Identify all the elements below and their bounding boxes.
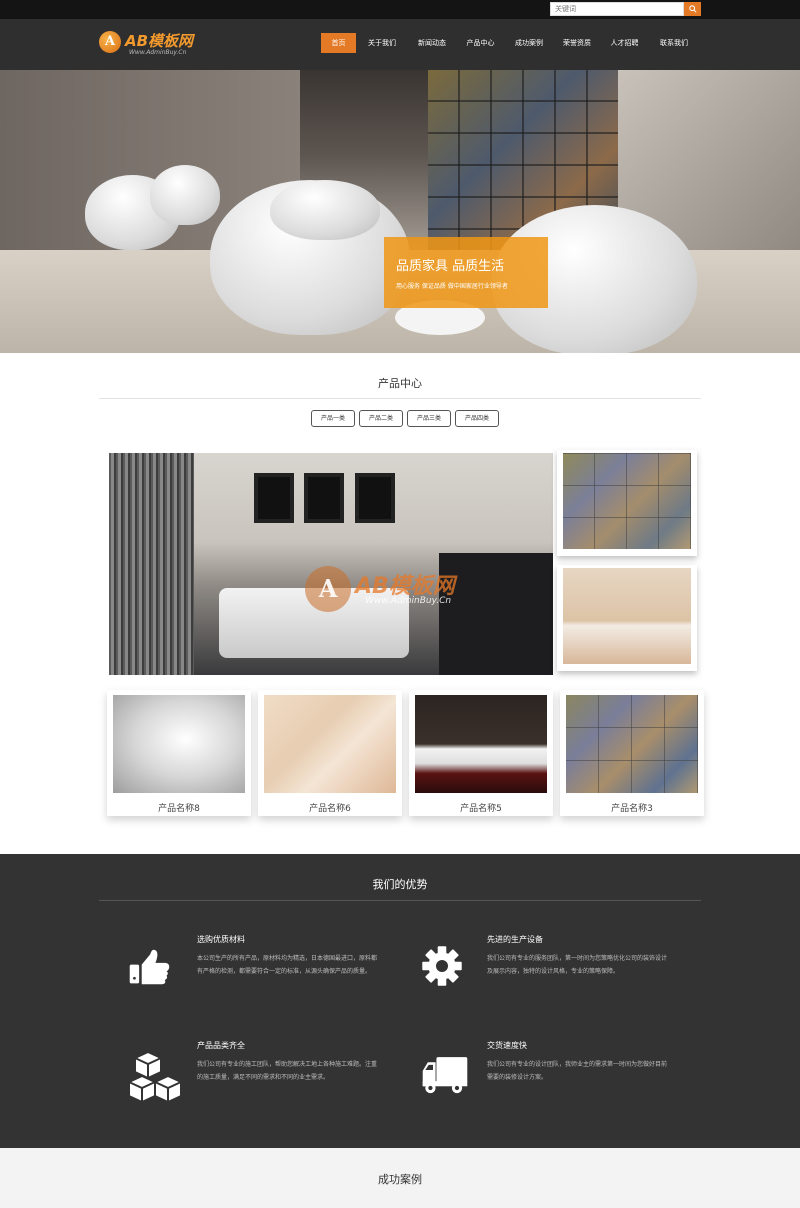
thumbs-up-icon [129, 949, 170, 985]
advantages-divider [99, 900, 701, 901]
product-name: 产品名称8 [158, 804, 200, 814]
tab-category-3[interactable]: 产品三类 [407, 410, 451, 427]
product-name: 产品名称3 [611, 804, 653, 814]
product-card[interactable]: 产品名称6 [258, 690, 402, 816]
products-title: 产品中心 [378, 377, 422, 390]
nav-item-news[interactable]: 新闻动态 [408, 33, 456, 53]
photo-frame [254, 473, 294, 523]
advantage-text: 我们公司有专业的设计团队，我师业主的需求第一时间为您做好目前需要的装修设计方案。 [487, 1061, 668, 1081]
tab-category-1[interactable]: 产品一类 [311, 410, 355, 427]
nav-item-honors[interactable]: 荣誉资质 [553, 33, 601, 53]
product-image-bath-faucet [563, 568, 691, 664]
advantage-item: 选购优质材料 本公司生产的所有产品，原材料均为精选，日本德国最进口，原料都有严格… [128, 934, 428, 1014]
hero-caption: 品质家具 品质生活 用心服务 保证品质 做中国家居行业领导者 [384, 237, 548, 308]
side-product-card[interactable] [557, 565, 697, 671]
nav-item-home[interactable]: 首页 [321, 33, 356, 53]
watermark-url: Www.AdminBuy.Cn [365, 596, 452, 606]
products-divider [99, 398, 701, 399]
nav-item-products[interactable]: 产品中心 [456, 33, 505, 53]
photo-frame [355, 473, 395, 523]
truck-icon [422, 1057, 468, 1094]
watermark-logo: A AB模板网 Www.AdminBuy.Cn [305, 566, 515, 616]
top-bar [0, 0, 800, 19]
hero-chair [150, 165, 220, 225]
logo-mark: A [99, 31, 121, 53]
advantage-text: 本公司生产的所有产品，原材料均为精选，日本德国最进口，原料都有严格的检测，都需要… [197, 955, 378, 975]
advantages-section: 我们的优势 选购优质材料 本公司生产的所有产品，原材料均为精选，日本德国最进口，… [0, 854, 800, 1148]
cases-title: 成功案例 [378, 1173, 422, 1186]
product-image-stone-tiles [563, 453, 691, 549]
advantages-title: 我们的优势 [372, 878, 428, 891]
site-logo[interactable]: A AB模板网 Www.AdminBuy.Cn [99, 29, 209, 61]
advantage-text: 我们公司有专业的施工团队，帮助您解决工地上各种施工难题。注重的施工质量，满足不同… [197, 1061, 378, 1081]
hero-chair [270, 180, 380, 240]
advantage-item: 交货速度快 我们公司有专业的设计团队，我师业主的需求第一时间为您做好目前需要的装… [418, 1040, 718, 1120]
logo-subtitle: Www.AdminBuy.Cn [129, 49, 187, 56]
logo-title: AB模板网 [125, 32, 194, 50]
product-image [566, 695, 698, 793]
hero-title: 品质家具 品质生活 [396, 259, 505, 274]
advantage-item: 产品品类齐全 我们公司有专业的施工团队，帮助您解决工地上各种施工难题。注重的施工… [128, 1040, 428, 1120]
photo-frame [304, 473, 344, 523]
product-tabs: 产品一类 产品二类 产品三类 产品四类 [311, 410, 499, 427]
search-button[interactable] [684, 2, 701, 16]
photo-curtain [109, 453, 194, 675]
hero-banner[interactable]: 品质家具 品质生活 用心服务 保证品质 做中国家居行业领导者 [0, 70, 800, 353]
nav-item-careers[interactable]: 人才招聘 [601, 33, 648, 53]
product-image [415, 695, 547, 793]
featured-product-image[interactable]: A AB模板网 Www.AdminBuy.Cn [109, 453, 553, 675]
advantage-text: 我们公司有专业的服务团队，第一时间为您策略优化公司的装饰设计及展示内容，独特的设… [487, 955, 668, 975]
advantage-title: 先进的生产设备 [487, 935, 543, 944]
product-card[interactable]: 产品名称5 [409, 690, 553, 816]
nav-item-cases[interactable]: 成功案例 [505, 33, 553, 53]
cases-section: 成功案例 [0, 1148, 800, 1208]
advantage-title: 选购优质材料 [197, 935, 245, 944]
advantage-title: 交货速度快 [487, 1041, 527, 1050]
watermark-mark: A [305, 566, 351, 612]
search-input[interactable] [550, 2, 684, 16]
site-header: A AB模板网 Www.AdminBuy.Cn 首页 关于我们 新闻动态 产品中… [0, 19, 800, 70]
tab-category-4[interactable]: 产品四类 [455, 410, 499, 427]
search-icon [688, 5, 697, 13]
main-nav: 首页 关于我们 新闻动态 产品中心 成功案例 荣誉资质 人才招聘 联系我们 [321, 33, 700, 53]
boxes-icon [128, 1050, 182, 1104]
product-name: 产品名称5 [460, 804, 502, 814]
product-card[interactable]: 产品名称3 [560, 690, 704, 816]
nav-item-about[interactable]: 关于我们 [356, 33, 408, 53]
side-product-card[interactable] [557, 450, 697, 556]
tab-category-2[interactable]: 产品二类 [359, 410, 403, 427]
gear-icon [422, 946, 462, 986]
advantage-item: 先进的生产设备 我们公司有专业的服务团队，第一时间为您策略优化公司的装饰设计及展… [418, 934, 718, 1014]
hero-subtitle: 用心服务 保证品质 做中国家居行业领导者 [396, 283, 508, 290]
nav-item-contact[interactable]: 联系我们 [648, 33, 700, 53]
advantage-title: 产品品类齐全 [197, 1041, 245, 1050]
product-image [264, 695, 396, 793]
product-card[interactable]: 产品名称8 [107, 690, 251, 816]
product-image [113, 695, 245, 793]
product-name: 产品名称6 [309, 804, 351, 814]
